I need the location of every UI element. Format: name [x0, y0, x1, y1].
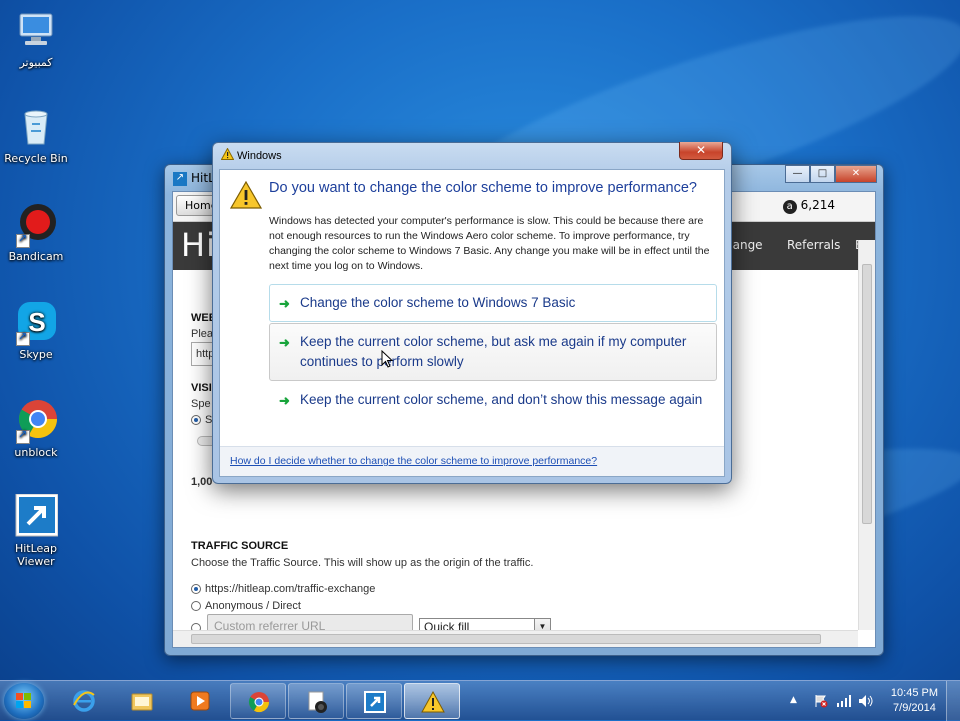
bandicam-icon — [14, 202, 58, 248]
visit-heading: VISI — [191, 382, 212, 394]
option-keep-ask-again[interactable]: ➜ Keep the current color scheme, but ask … — [269, 323, 717, 381]
desktop-icon-label: Recycle Bin — [4, 152, 68, 165]
skype-icon: S — [14, 300, 58, 346]
shortcut-arrow-icon — [16, 330, 30, 346]
green-arrow-icon: ➜ — [279, 393, 290, 408]
nav-referrals[interactable]: Referrals — [787, 238, 840, 252]
minimize-button[interactable]: — — [785, 165, 810, 183]
desktop-icon-label: كمبيوتر — [19, 56, 53, 69]
clock-time: 10:45 PM — [890, 687, 938, 699]
dialog-question: Do you want to change the color scheme t… — [269, 180, 697, 196]
clock[interactable]: 10:45 PM 7/9/2014 — [891, 686, 938, 716]
desktop-icon-skype[interactable]: S Skype — [4, 300, 68, 361]
tray-expand-icon[interactable]: ▲ — [790, 695, 797, 705]
network-icon[interactable] — [836, 695, 852, 707]
bandicam-icon — [308, 691, 327, 713]
green-arrow-icon: ➜ — [279, 335, 290, 350]
dialog-footer: How do I decide whether to change the co… — [220, 446, 724, 476]
credits-icon: a — [782, 200, 797, 214]
svg-text:S: S — [28, 307, 45, 337]
green-arrow-icon: ➜ — [279, 296, 290, 311]
option-change-to-basic[interactable]: ➜ Change the color scheme to Windows 7 Ba… — [269, 284, 717, 322]
chrome-icon — [248, 692, 270, 713]
system-tray: ▲ 10:45 PM 7/9/2014 — [780, 681, 960, 721]
taskbar-chrome[interactable] — [230, 683, 286, 719]
clock-date: 7/9/2014 — [893, 702, 936, 714]
recycle-bin-icon — [14, 104, 58, 148]
hitleap-icon — [364, 691, 386, 713]
computer-icon — [14, 8, 58, 52]
action-center-flag-icon[interactable] — [814, 694, 828, 708]
shortcut-arrow-icon — [16, 232, 30, 248]
desktop-icon-label: HitLeap Viewer — [14, 542, 58, 568]
windows-logo-icon — [16, 693, 32, 709]
volume-icon[interactable] — [858, 694, 874, 708]
scroll-thumb[interactable] — [862, 264, 872, 524]
taskbar: ▲ 10:45 PM 7/9/2014 — [0, 680, 960, 721]
traffic-source-description: Choose the Traffic Source. This will sho… — [191, 557, 534, 569]
mouse-cursor-icon — [381, 350, 393, 368]
taskbar-ie[interactable] — [56, 683, 112, 719]
radio-icon — [191, 584, 201, 595]
visit-subtext: Spe — [191, 398, 211, 410]
dialog-title: Windows — [220, 147, 282, 162]
warning-icon — [220, 147, 235, 160]
credits-display: a 6,214 — [782, 198, 835, 214]
color-scheme-dialog[interactable]: Windows ✕ Do you want to change the colo… — [212, 142, 732, 484]
desktop-icon-label: unblock — [14, 446, 58, 459]
internet-explorer-icon — [73, 690, 95, 712]
minutes-text: 1,00 — [191, 476, 213, 488]
radio-icon — [191, 415, 201, 426]
taskbar-explorer[interactable] — [114, 683, 170, 719]
visit-radio[interactable]: S — [191, 414, 212, 426]
traffic-source-heading: TRAFFIC SOURCE — [191, 540, 289, 552]
taskbar-hitleap[interactable] — [346, 683, 402, 719]
desktop-icon-bandicam[interactable]: Bandicam — [4, 202, 68, 263]
website-subtext: Plea — [191, 328, 214, 340]
option-keep-dont-show[interactable]: ➜ Keep the current color scheme, and don’… — [269, 381, 717, 419]
desktop-icon-hitleap-viewer[interactable]: HitLeap Viewer — [4, 493, 68, 568]
show-desktop-button[interactable] — [946, 681, 960, 721]
desktop-icon-label: Skype — [19, 348, 53, 361]
maximize-button[interactable]: □ — [810, 165, 835, 183]
hitleap-brand: Hi — [181, 226, 216, 264]
horizontal-scrollbar[interactable] — [173, 630, 858, 647]
taskbar-warning-dialog[interactable] — [404, 683, 460, 719]
taskbar-bandicam[interactable] — [288, 683, 344, 719]
desktop-icon-unblock[interactable]: unblock — [4, 398, 68, 459]
close-button[interactable]: ✕ — [835, 165, 877, 183]
window-controls: — □ ✕ — [785, 165, 877, 183]
hitleap-logo-icon: ↗ — [173, 171, 187, 186]
radio-anonymous-direct[interactable]: Anonymous / Direct — [191, 600, 301, 612]
start-button[interactable] — [4, 683, 44, 719]
dialog-content: Do you want to change the color scheme t… — [219, 169, 725, 477]
taskbar-media-player[interactable] — [172, 683, 228, 719]
chrome-icon — [14, 398, 58, 444]
dialog-description: Windows has detected your computer's per… — [269, 215, 710, 272]
warning-large-icon — [230, 181, 262, 209]
desktop-icon-recycle-bin[interactable]: Recycle Bin — [4, 104, 68, 165]
help-link[interactable]: How do I decide whether to change the co… — [230, 455, 597, 467]
desktop-icon-label: Bandicam — [8, 250, 64, 263]
vertical-scrollbar[interactable] — [858, 240, 875, 630]
shortcut-arrow-icon — [16, 428, 30, 444]
scroll-thumb[interactable] — [191, 634, 821, 644]
dialog-close-button[interactable]: ✕ — [679, 142, 723, 160]
radio-hitleap-exchange[interactable]: https://hitleap.com/traffic-exchange — [191, 583, 375, 595]
desktop-icon-computer[interactable]: كمبيوتر — [4, 8, 68, 69]
radio-icon — [191, 601, 201, 612]
folder-icon — [131, 693, 153, 711]
warning-icon — [421, 690, 445, 713]
media-player-icon — [190, 691, 210, 711]
hitleap-icon — [14, 493, 59, 538]
